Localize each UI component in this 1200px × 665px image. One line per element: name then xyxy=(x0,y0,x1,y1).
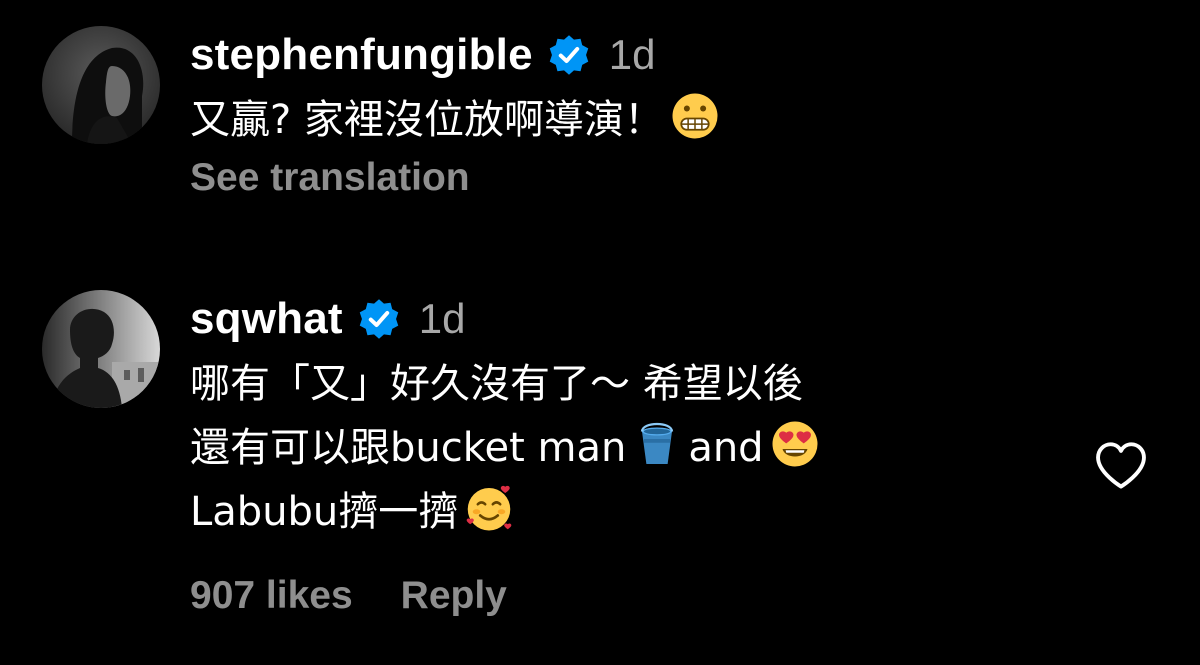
timestamp: 1d xyxy=(608,31,656,78)
comment-text-line: 還有可以跟bucket man and xyxy=(190,416,1070,480)
comment-text-line: 又贏? 家裡沒位放啊導演！ xyxy=(190,88,1070,152)
username[interactable]: stephenfungible xyxy=(190,30,533,80)
heart-eyes-face-emoji-icon xyxy=(770,419,820,469)
grimacing-face-emoji-icon xyxy=(670,91,720,141)
comment-header: stephenfungible 1d xyxy=(190,26,1070,84)
comment-text-segment: Labubu擠一擠 xyxy=(190,489,459,535)
verified-badge-icon xyxy=(357,297,401,341)
comment-text: 又贏? 家裡沒位放啊導演！ xyxy=(190,88,1070,152)
comment-text-line: Labubu擠一擠 xyxy=(190,480,1070,544)
avatar[interactable] xyxy=(42,26,160,144)
comment-text-line: 哪有「又」好久沒有了～ 希望以後 xyxy=(190,361,803,407)
timestamp: 1d xyxy=(418,295,466,342)
comment-header: sqwhat 1d xyxy=(190,290,1070,348)
likes-count-button[interactable]: 907 likes xyxy=(190,574,353,618)
comment-body: stephenfungible 1d 又贏? 家裡沒位放啊導演！ See tra… xyxy=(190,26,1070,200)
comment-body: sqwhat 1d 哪有「又」好久沒有了～ 希望以後 還有可以跟bucket m… xyxy=(190,290,1070,618)
see-translation-link[interactable]: See translation xyxy=(190,156,470,200)
comment-text: 哪有「又」好久沒有了～ 希望以後 還有可以跟bucket man and Lab… xyxy=(190,352,1070,544)
comment-actions: 907 likes Reply xyxy=(190,574,1070,618)
comment-text-segment: 還有可以跟bucket man xyxy=(190,425,627,471)
reply-button[interactable]: Reply xyxy=(401,574,507,618)
avatar[interactable] xyxy=(42,290,160,408)
verified-badge-icon xyxy=(547,33,591,77)
smiling-face-with-hearts-emoji-icon xyxy=(464,483,514,533)
heart-outline-icon[interactable] xyxy=(1092,437,1150,495)
bucket-emoji-icon xyxy=(632,419,682,469)
username[interactable]: sqwhat xyxy=(190,294,343,344)
comment-text-segment: and xyxy=(688,425,764,471)
comment-text-segment: 又贏? 家裡沒位放啊導演！ xyxy=(190,97,664,143)
